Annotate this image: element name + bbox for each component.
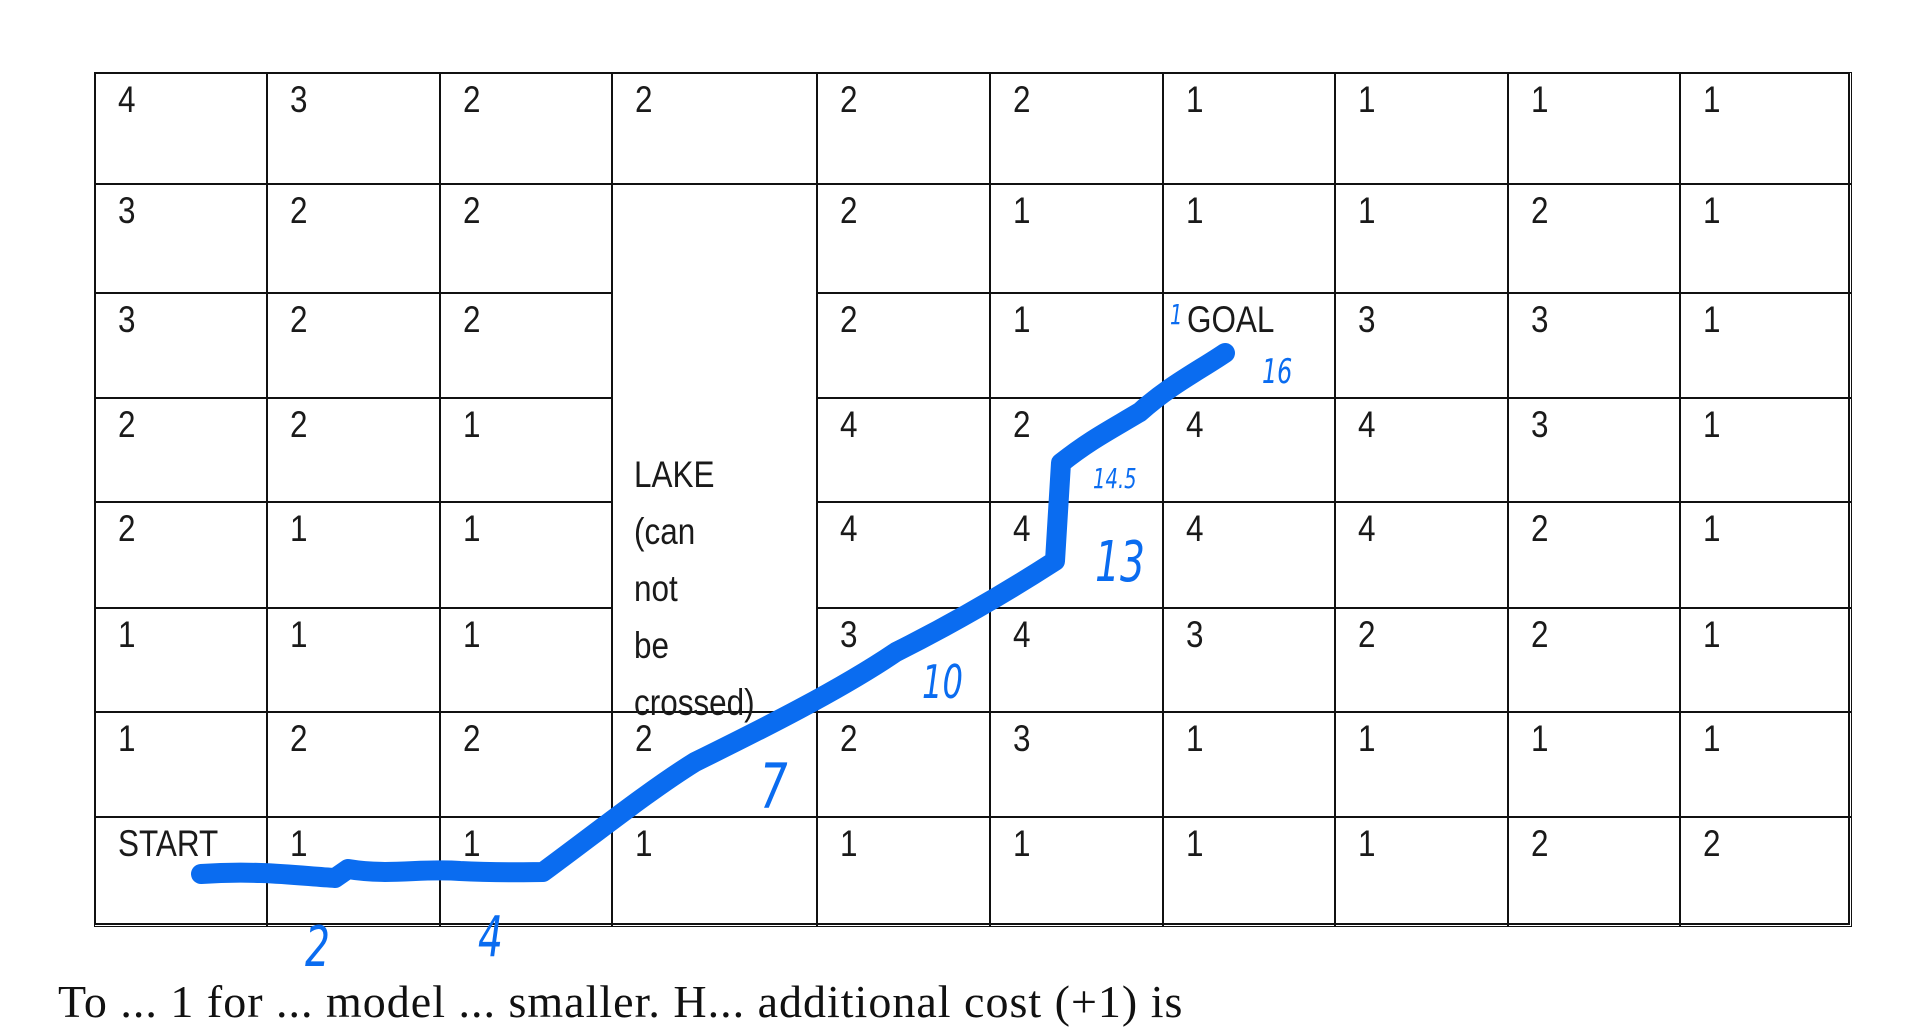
ink-label-1: 1 (1170, 298, 1183, 331)
ink-label-4: 4 (478, 905, 503, 970)
handwritten-path (191, 343, 1235, 888)
ink-label-7: 7 (760, 750, 788, 823)
ink-path-stroke (191, 343, 1235, 888)
ink-label-16: 16 (1262, 352, 1293, 392)
ink-label-13: 13 (1095, 530, 1145, 595)
ink-label-2: 2 (305, 915, 330, 980)
ink-label-10: 10 (922, 655, 963, 709)
caption-text: To ... 1 for ... model ... smaller. H...… (58, 976, 1184, 1027)
ink-label-14-5: 14.5 (1093, 462, 1137, 495)
